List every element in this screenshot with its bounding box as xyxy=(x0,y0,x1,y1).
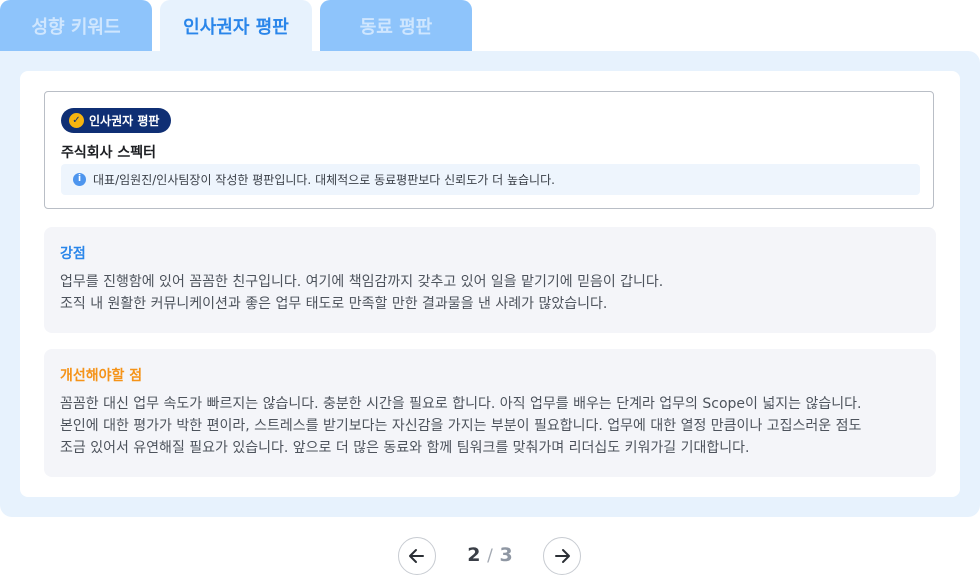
info-icon: i xyxy=(73,173,86,186)
pagination: 2 / 3 xyxy=(0,535,980,577)
info-notice: i 대표/임원진/인사팀장이 작성한 평판입니다. 대체적으로 동료평판보다 신… xyxy=(61,164,920,195)
strengths-body: 업무를 진행함에 있어 꼼꼼한 친구입니다. 여기에 책임감까지 갖추고 있어 … xyxy=(60,274,664,312)
company-box: ✓ 인사권자 평판 주식회사 스펙터 i 대표/임원진/인사팀장이 작성한 평판… xyxy=(44,91,934,209)
reputation-badge: ✓ 인사권자 평판 xyxy=(61,108,172,133)
total-pages: 3 xyxy=(499,544,513,566)
improvements-title: 개선해야할 점 xyxy=(60,368,143,384)
page-separator: / xyxy=(487,546,493,566)
tab-panel: ✓ 인사권자 평판 주식회사 스펙터 i 대표/임원진/인사팀장이 작성한 평판… xyxy=(0,51,980,517)
arrow-left-icon xyxy=(409,549,424,563)
company-name: 주식회사 스펙터 xyxy=(61,145,157,161)
arrow-right-icon xyxy=(555,549,570,563)
tab-personality-keywords[interactable]: 성향 키워드 xyxy=(0,0,152,52)
tab-manager-reputation[interactable]: 인사권자 평판 xyxy=(160,0,312,52)
improvements-section: 개선해야할 점 꼼꼼한 대신 업무 속도가 빠르지는 않습니다. 충분한 시간을… xyxy=(44,349,936,477)
previous-page-button[interactable] xyxy=(398,537,436,575)
review-card: ✓ 인사권자 평판 주식회사 스펙터 i 대표/임원진/인사팀장이 작성한 평판… xyxy=(20,71,960,497)
tab-bar: 성향 키워드 인사권자 평판 동료 평판 xyxy=(0,0,980,52)
page-indicator: 2 / 3 xyxy=(460,544,520,566)
badge-label: 인사권자 평판 xyxy=(89,114,160,128)
current-page: 2 xyxy=(467,544,481,566)
next-page-button[interactable] xyxy=(543,537,581,575)
improvements-body: 꼼꼼한 대신 업무 속도가 빠르지는 않습니다. 충분한 시간을 필요로 합니다… xyxy=(60,396,862,456)
tab-peer-reputation[interactable]: 동료 평판 xyxy=(320,0,472,52)
info-text: 대표/임원진/인사팀장이 작성한 평판입니다. 대체적으로 동료평판보다 신뢰도… xyxy=(93,173,555,187)
strengths-title: 강점 xyxy=(60,246,86,262)
strengths-section: 강점 업무를 진행함에 있어 꼼꼼한 친구입니다. 여기에 책임감까지 갖추고 … xyxy=(44,227,936,333)
check-badge-icon: ✓ xyxy=(69,113,84,128)
